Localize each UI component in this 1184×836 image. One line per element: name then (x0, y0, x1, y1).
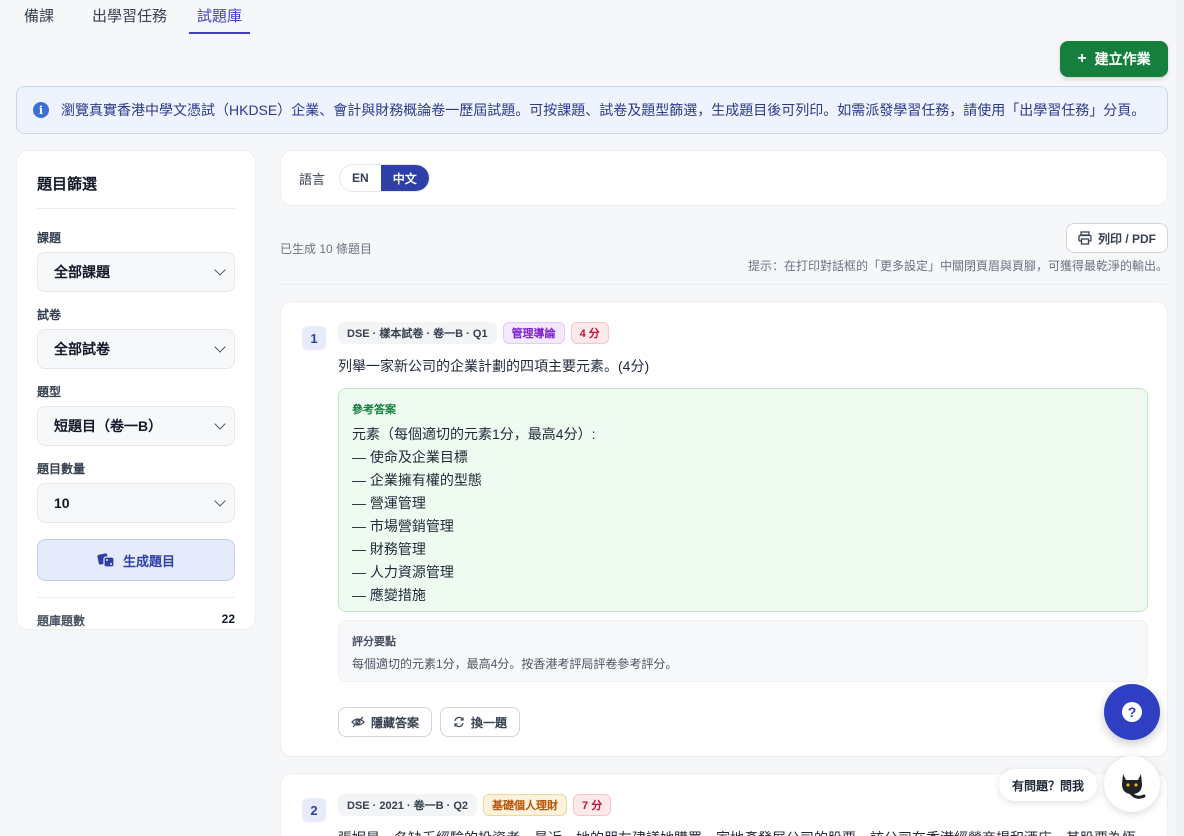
cat-assistant-icon[interactable] (1104, 756, 1160, 812)
paper-select[interactable]: 全部試卷 (37, 329, 235, 369)
source-tag: DSE · 2021 · 卷一B · Q2 (338, 794, 478, 816)
topic-select-value: 全部課題 (54, 264, 110, 280)
swap-question-label: 換一題 (471, 715, 508, 730)
question-card: 1 DSE · 樣本試卷 · 卷一B · Q1 管理導論 4 分 列舉一家新公司… (280, 301, 1168, 757)
topic-label: 課題 (37, 231, 62, 245)
marking-points: 評分要點 每個適切的元素1分，最高4分。按香港考評局評卷參考評分。 (338, 620, 1148, 682)
language-option-zh[interactable]: 中文 (380, 165, 429, 191)
question-tags: DSE · 2021 · 卷一B · Q2 基礎個人理財 7 分 (338, 794, 612, 816)
reference-answer: 參考答案 元素（每個適切的元素1分，最高4分）: — 使命及企業目標 — 企業擁… (338, 388, 1148, 612)
top-tabs: 備課 出學習任務 試題庫 (0, 0, 264, 34)
generate-questions-label: 生成題目 (122, 553, 175, 569)
answer-line: — 市場營銷管理 (352, 518, 454, 534)
hide-answer-label: 隱藏答案 (371, 715, 420, 730)
question-type-select-value: 短題目（卷一B） (54, 418, 163, 434)
marks-tag: 7 分 (573, 794, 612, 816)
eye-off-icon (351, 716, 365, 728)
tab-assign-tasks[interactable]: 出學習任務 (92, 0, 167, 34)
question-count-select-value: 10 (54, 495, 70, 511)
question-actions: 隱藏答案 換一題 (338, 707, 521, 737)
swap-question-button[interactable]: 換一題 (440, 707, 521, 737)
question-type-label: 題型 (37, 385, 62, 399)
print-tip: 提示：在打印對話框的「更多設定」中關閉頁眉與頁腳，可獲得最乾淨的輸出。 (747, 259, 1168, 273)
answer-line: — 企業擁有權的型態 (352, 472, 482, 488)
generated-count: 已生成 10 條題目 (280, 242, 373, 256)
answer-title: 參考答案 (352, 404, 396, 416)
create-assignment-label: 建立作業 (1094, 51, 1151, 67)
answer-line: — 人力資源管理 (352, 564, 454, 580)
bank-count-row: 題庫題數 22 (37, 597, 235, 629)
question-mark-icon: ? (1122, 702, 1142, 722)
plus-icon: + (1077, 50, 1087, 67)
dice-icon (97, 553, 115, 568)
rubric-title: 評分要點 (352, 636, 396, 648)
question-number: 1 (302, 326, 326, 350)
rubric-text: 每個適切的元素1分，最高4分。按香港考評局評卷參考評分。 (352, 657, 678, 671)
help-button[interactable]: ? (1104, 684, 1160, 740)
marks-tag: 4 分 (570, 322, 609, 344)
print-pdf-button[interactable]: 列印 / PDF (1066, 223, 1168, 253)
answer-line: 元素（每個適切的元素1分，最高4分）: (352, 426, 596, 442)
language-label: 語言 (299, 171, 326, 187)
info-icon: i (33, 102, 49, 118)
chevron-down-icon (214, 264, 226, 276)
chevron-down-icon (214, 341, 226, 353)
paper-label: 試卷 (37, 308, 62, 322)
filter-title: 題目篩選 (37, 173, 235, 209)
bank-count-label: 題庫題數 (37, 614, 86, 628)
answer-line: — 使命及企業目標 (352, 449, 468, 465)
info-banner-text: 瀏覽真實香港中學文憑試（HKDSE）企業、會計與財務概論卷一歷屆試題。可按課題、… (61, 102, 1146, 118)
refresh-icon (454, 716, 464, 728)
source-tag: DSE · 樣本試卷 · 卷一B · Q1 (338, 322, 497, 344)
question-number: 2 (302, 798, 326, 822)
paper-select-value: 全部試卷 (54, 341, 110, 357)
language-option-en[interactable]: EN (340, 165, 381, 191)
scrollbar[interactable] (1176, 0, 1184, 836)
answer-line: — 營運管理 (352, 495, 426, 511)
chevron-down-icon (214, 495, 226, 507)
answer-line: — 財務管理 (352, 541, 426, 557)
language-card: 語言 EN 中文 (280, 150, 1168, 206)
question-text: 列舉一家新公司的企業計劃的四項主要元素。(4分) (338, 358, 650, 374)
language-toggle: EN 中文 (339, 164, 430, 192)
tab-lesson-prep[interactable]: 備課 (24, 0, 54, 34)
ask-me-bubble[interactable]: 有問題？問我 (999, 769, 1097, 801)
answer-line: — 應變措施 (352, 587, 426, 603)
chevron-down-icon (214, 418, 226, 430)
generate-questions-button[interactable]: 生成題目 (37, 539, 235, 581)
create-assignment-button[interactable]: + 建立作業 (1060, 41, 1168, 77)
topic-tag: 基礎個人理財 (483, 794, 568, 816)
info-banner: i 瀏覽真實香港中學文憑試（HKDSE）企業、會計與財務概論卷一歷屆試題。可按課… (16, 86, 1168, 134)
hide-answer-button[interactable]: 隱藏答案 (338, 707, 433, 737)
question-text: 張妮是一名缺乏經驗的投資者。最近，她的朋友建議她購買一家地產發展公司的股票。該公… (338, 828, 1148, 836)
question-count-select[interactable]: 10 (37, 483, 235, 523)
question-count-label: 題目數量 (37, 462, 86, 476)
bank-count-value: 22 (221, 612, 235, 626)
question-tags: DSE · 樣本試卷 · 卷一B · Q1 管理導論 4 分 (338, 322, 609, 344)
filter-sidebar: 題目篩選 課題 全部課題 試卷 全部試卷 題型 短題目（卷一B） 題目數量 10… (16, 150, 256, 630)
cat-icon (1122, 774, 1146, 799)
printer-icon (1078, 231, 1092, 245)
topic-tag: 管理導論 (502, 322, 565, 344)
question-type-select[interactable]: 短題目（卷一B） (37, 406, 235, 446)
divider (280, 284, 1168, 285)
topic-select[interactable]: 全部課題 (37, 252, 235, 292)
tab-question-bank[interactable]: 試題庫 (189, 0, 251, 34)
print-pdf-label: 列印 / PDF (1097, 231, 1156, 246)
